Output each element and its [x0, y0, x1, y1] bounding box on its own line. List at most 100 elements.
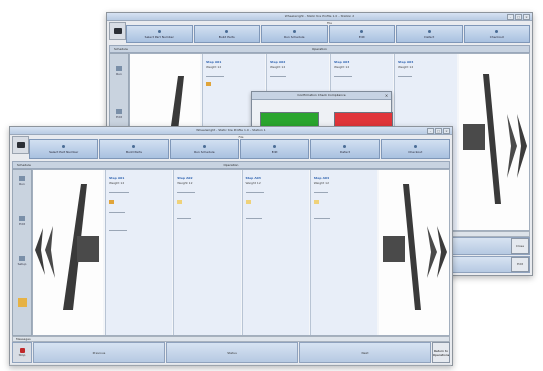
tool-icon: [360, 29, 364, 33]
sidebar-item-run[interactable]: Run: [15, 176, 29, 186]
tool-checkout[interactable]: Checkout: [463, 25, 530, 43]
tool-label: Build Parts: [126, 149, 142, 154]
tool-icon: [292, 29, 296, 33]
tool-icon: [343, 144, 347, 148]
footer: Stop Previous Status Next Return to Oper…: [12, 342, 450, 363]
tool-select-part[interactable]: Select Part Number: [126, 25, 193, 43]
window-controls: – □ ×: [507, 14, 530, 20]
run-icon: [116, 66, 122, 71]
marker-icon: [109, 200, 114, 204]
sidebar-item-label: Edit: [19, 222, 25, 226]
step-column[interactable]: Step A02 Weight 12: [173, 170, 241, 335]
sidebar-item-run[interactable]: Run: [112, 66, 126, 76]
step-column[interactable]: Step A03 Weight 12: [241, 170, 309, 335]
step-subtitle: Weight 12: [109, 181, 125, 185]
tool-icon: [62, 144, 66, 148]
step-title: Step A03: [245, 176, 261, 180]
step-column[interactable]: Step A01 Weight 12: [105, 170, 173, 335]
step-title: Step A01: [206, 60, 222, 64]
step-subtitle: Weight 12: [177, 181, 193, 185]
close-icon[interactable]: ×: [384, 93, 389, 98]
tool-build-parts[interactable]: Build Parts: [193, 25, 260, 43]
tool-icon: [202, 144, 206, 148]
step-title: Step A04: [398, 60, 414, 64]
sidebar-item-edit[interactable]: Edit: [15, 216, 29, 226]
value-line: [313, 218, 330, 219]
value-line: [206, 76, 224, 77]
next-button[interactable]: Next: [299, 342, 431, 363]
tool-label: Edit: [358, 34, 365, 39]
operation-label: Operation: [312, 47, 327, 51]
run-icon: [19, 176, 25, 181]
step-subtitle: Weight 12: [398, 65, 414, 69]
window-title: Wheelwright - Static tire Profile 1.0 – …: [196, 128, 266, 132]
value-line: [177, 218, 192, 219]
sidebar-item-setup[interactable]: Setup: [15, 256, 29, 266]
sidebar-item-label: Edit: [116, 115, 122, 119]
tool-run-schedule[interactable]: Run Schedule: [261, 25, 328, 43]
tool-icon: [132, 144, 136, 148]
status-button[interactable]: Status: [166, 342, 298, 363]
edit-action-button[interactable]: Edit: [511, 256, 529, 272]
operation-panel: Step A01 Weight 12 Step A02 Weight 12 St…: [32, 169, 450, 336]
tool-label: Checkout: [408, 149, 423, 154]
tool-label: Defect: [340, 149, 350, 154]
right-tire-profile-image: [459, 54, 529, 230]
tool-label: Select Part Number: [49, 149, 79, 154]
section-header: Schedule Operation: [109, 45, 530, 53]
tool-checkout[interactable]: Checkout: [380, 139, 450, 159]
stop-button[interactable]: Stop: [12, 342, 32, 363]
step-title: Step A02: [177, 176, 193, 180]
front-application-window: Wheelwright - Static tire Profile 1.0 – …: [9, 126, 453, 366]
sidebar-item-label: Run: [19, 182, 25, 186]
step-title: Step A01: [109, 176, 125, 180]
title-bar: Wheelwright - Static tire Profile 1.0 – …: [107, 13, 532, 21]
tool-run-schedule[interactable]: Run Schedule: [169, 139, 239, 159]
value-line: [334, 76, 352, 77]
edit-icon: [19, 216, 25, 221]
logo-icon: [16, 142, 25, 148]
tool-defect[interactable]: Defect: [396, 25, 463, 43]
setup-icon: [19, 256, 25, 261]
step-subtitle: Weight 12: [270, 65, 286, 69]
app-logo: [12, 136, 29, 154]
title-bar: Wheelwright - Static tire Profile 1.0 – …: [10, 127, 452, 135]
close-button[interactable]: ×: [523, 14, 530, 20]
toolbar: Select Part Number Build Parts Run Sched…: [126, 25, 530, 43]
maximize-button[interactable]: □: [515, 14, 522, 20]
tool-icon: [495, 29, 499, 33]
step-columns: Step A01 Weight 12 Step A02 Weight 12 St…: [105, 170, 377, 335]
minimize-button[interactable]: –: [427, 128, 434, 134]
step-title: Step A02: [270, 60, 286, 64]
value-line: [177, 192, 196, 193]
marker-icon: [313, 200, 319, 204]
window-controls: – □ ×: [427, 128, 450, 134]
close-button[interactable]: ×: [443, 128, 450, 134]
step-column[interactable]: Step A04 Weight 12: [309, 170, 377, 335]
value-line: [313, 192, 328, 193]
tool-build-parts[interactable]: Build Parts: [99, 139, 169, 159]
toolbar: Select Part Number Build Parts Run Sched…: [29, 139, 450, 159]
tool-select-part[interactable]: Select Part Number: [29, 139, 99, 159]
edit-icon: [116, 109, 122, 114]
maximize-button[interactable]: □: [435, 128, 442, 134]
tool-icon: [273, 144, 277, 148]
dialog-title: Confirmation Check Compliance: [252, 92, 391, 100]
value-line: [245, 218, 262, 219]
section-header: Schedule Operation: [12, 161, 450, 169]
step-subtitle: Weight 12: [313, 181, 329, 185]
tool-label: Build Parts: [218, 34, 235, 39]
value-line: [109, 192, 129, 193]
previous-button[interactable]: Previous: [33, 342, 165, 363]
sidebar-item-edit[interactable]: Edit: [112, 109, 126, 119]
sidebar-item-folder[interactable]: [15, 298, 29, 308]
tool-defect[interactable]: Defect: [310, 139, 380, 159]
tool-label: Run Schedule: [284, 34, 305, 39]
close-action-button[interactable]: Close: [511, 238, 529, 254]
minimize-button[interactable]: –: [507, 14, 514, 20]
return-button[interactable]: Return to Operations: [432, 342, 450, 363]
step-subtitle: Weight 12: [206, 65, 222, 69]
tool-edit[interactable]: Edit: [239, 139, 310, 159]
window-title: Wheelwright - Static tire Profile 1.0 – …: [284, 14, 355, 18]
tool-edit[interactable]: Edit: [328, 25, 395, 43]
